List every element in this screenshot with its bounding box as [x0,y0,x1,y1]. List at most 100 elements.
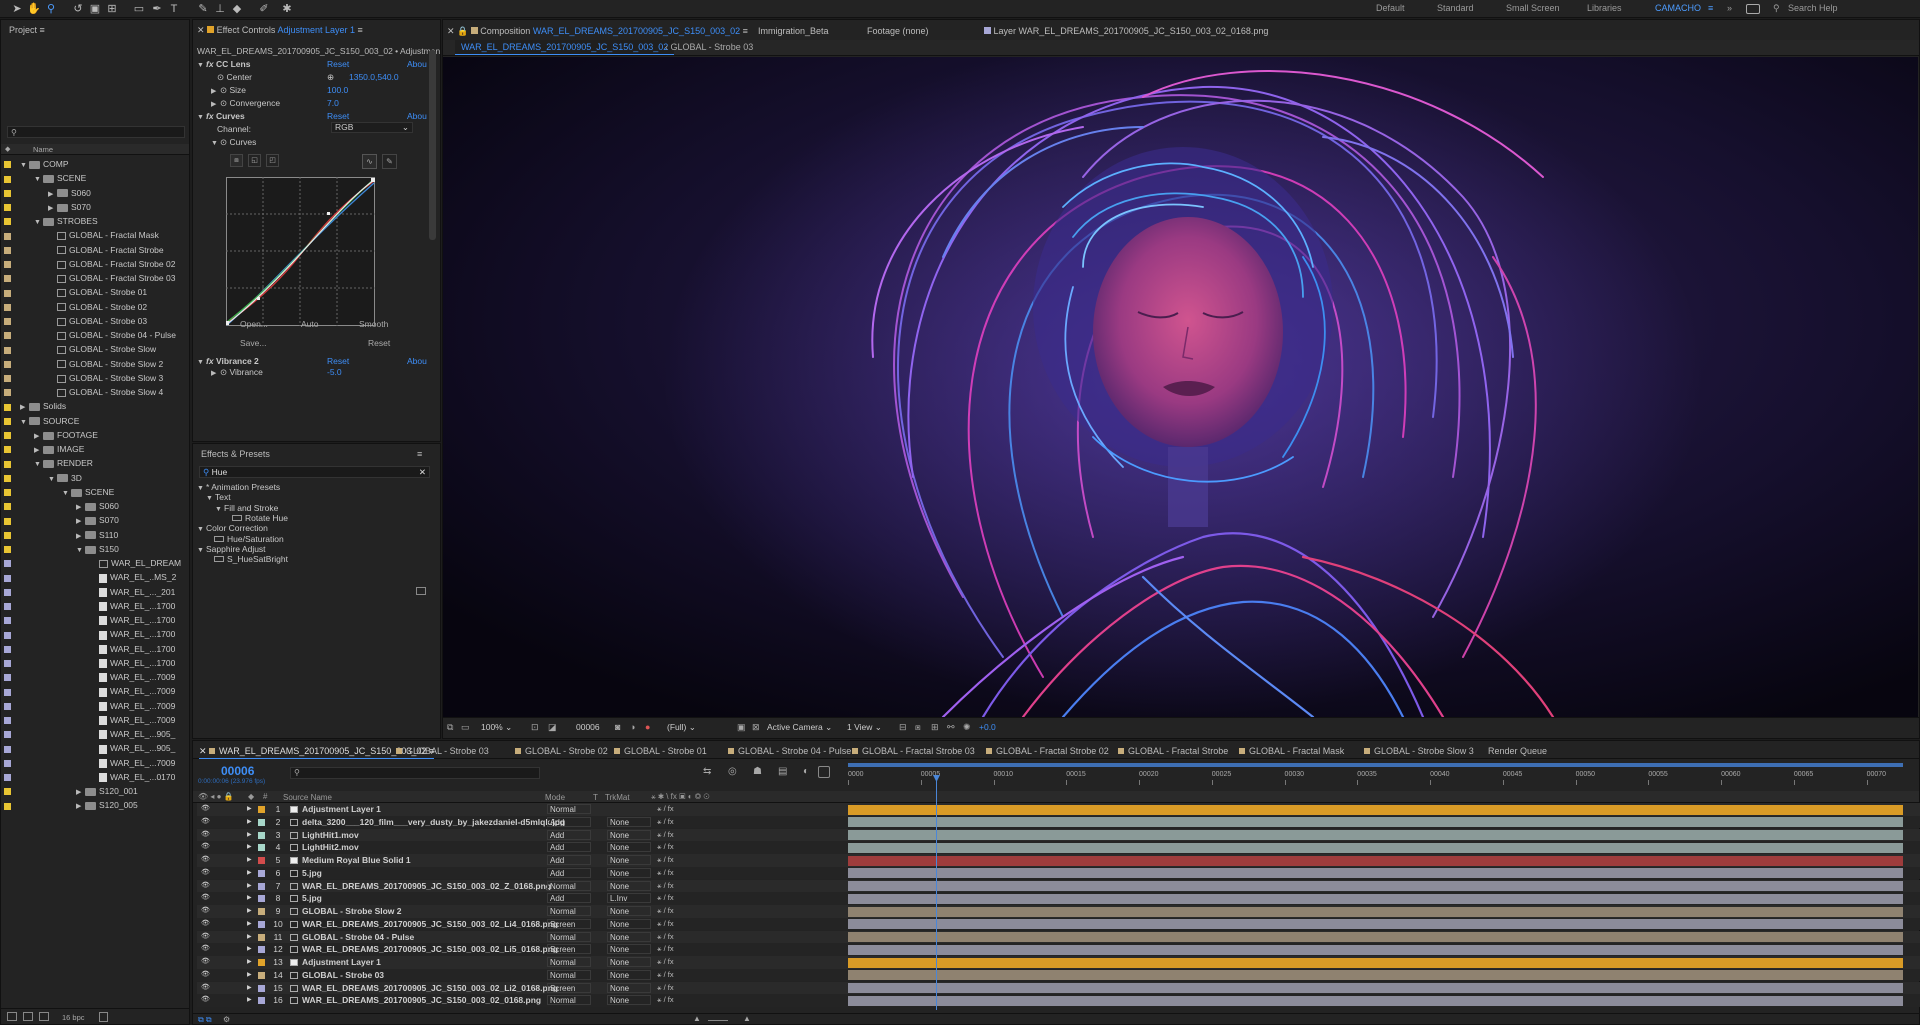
layer-switches-icon[interactable]: ⚹ / fx [657,816,674,829]
safe-margins-icon[interactable]: ⊡ [531,722,539,733]
layer-duration-bar[interactable] [848,919,1903,930]
shy-layers-icon[interactable]: ☗ [753,766,762,777]
layer-source-name[interactable]: 5.jpg [302,892,322,905]
label-color-swatch[interactable] [4,802,11,810]
label-color-swatch[interactable] [4,360,11,368]
eraser-tool-icon[interactable]: ◆ [230,2,244,16]
layer-expand-icon[interactable]: ▶ [247,816,252,829]
label-column-icon[interactable]: ◆ [5,145,10,153]
curves-open-button[interactable]: Open... [240,317,268,331]
label-color-swatch[interactable] [4,246,11,254]
motion-blur-icon[interactable]: ◐ [803,766,809,777]
project-item[interactable]: ▶ FOOTAGE [4,428,98,442]
layer-mode-dropdown[interactable]: Screen [547,944,591,955]
visibility-eye-icon[interactable]: 👁 [201,854,210,867]
layer-expand-icon[interactable]: ▶ [247,931,252,944]
project-item[interactable]: WAR_EL_...1700 [4,642,175,656]
layer-expand-icon[interactable]: ▶ [247,841,252,854]
layer-switches-icon[interactable]: ⚹ / fx [657,931,674,944]
layer-label-swatch[interactable] [258,895,265,903]
workspace-small-screen[interactable]: Small Screen [1506,3,1560,13]
layer-switches-icon[interactable]: ⚹ / fx [657,867,674,880]
project-item[interactable]: ▼ S150 [4,542,119,556]
label-color-swatch[interactable] [4,318,11,325]
project-item[interactable]: WAR_EL_DREAM [4,556,181,570]
cc-lens-reset[interactable]: Reset [327,57,349,71]
layer-source-name[interactable]: LightHit1.mov [302,829,359,842]
label-color-swatch[interactable] [4,531,11,539]
label-color-swatch[interactable] [4,232,11,240]
visibility-eye-icon[interactable]: 👁 [201,880,210,893]
project-item[interactable]: WAR_EL_...1700 [4,627,175,641]
curves-smooth-button[interactable]: Smooth [359,317,388,331]
composition-tab[interactable]: ✕ 🔒 Composition WAR_EL_DREAMS_201700905_… [447,23,748,39]
label-color-swatch[interactable] [4,546,11,553]
pen-tool-icon[interactable]: ✒ [150,2,164,16]
layer-source-name[interactable]: LightHit2.mov [302,841,359,854]
workspace-overflow-icon[interactable]: » [1727,3,1732,13]
label-color-swatch[interactable] [4,788,11,796]
timeline-tab[interactable]: GLOBAL - Strobe 03 [396,743,489,759]
layer-trkmat-dropdown[interactable]: L.Inv [607,893,651,904]
composition-viewer[interactable] [443,57,1918,717]
zoom-in-icon[interactable]: ▲ [743,1014,751,1023]
layer-switches-icon[interactable]: ⚹ / fx [657,982,674,995]
project-item[interactable]: WAR_EL_...7009 [4,756,175,770]
timeline-timecode[interactable]: 00006 [221,764,254,778]
label-color-swatch[interactable] [4,289,11,297]
source-name-column-header[interactable]: Source Name [283,793,332,802]
layer-label-swatch[interactable] [258,971,265,979]
workspace-menu-icon[interactable]: ≡ [1708,3,1713,13]
layer-switches-icon[interactable]: ⚹ / fx [657,994,674,1007]
workspace-standard[interactable]: Standard [1437,3,1474,13]
footage-tab[interactable]: Footage (none) [867,23,929,39]
visibility-eye-icon[interactable]: 👁 [201,982,210,995]
camera-tool-icon[interactable]: ▣ [88,2,102,16]
mode-column-header[interactable]: Mode [545,793,565,802]
cc-lens-about[interactable]: Abou [407,57,427,71]
label-color-swatch[interactable] [4,560,11,568]
project-item[interactable]: GLOBAL - Fractal Strobe 02 [4,257,175,271]
always-preview-icon[interactable]: ⧉ [447,722,453,733]
label-color-swatch[interactable] [4,603,11,610]
navigator-current-comp[interactable]: WAR_EL_DREAMS_201700905_JC_S150_003_02 [455,40,675,55]
timeline-tab[interactable]: GLOBAL - Fractal Mask [1239,743,1344,759]
layer-source-name[interactable]: Adjustment Layer 1 [302,803,381,816]
effect-controls-scrollbar[interactable] [429,50,436,240]
layer-source-name[interactable]: WAR_EL_DREAMS_201700905_JC_S150_003_02_0… [302,994,541,1007]
curves-reset[interactable]: Reset [327,109,349,123]
project-item[interactable]: ▼ 3D [4,471,82,485]
timeline-tab[interactable]: GLOBAL - Fractal Strobe 02 [986,743,1109,759]
layer-mode-dropdown[interactable]: Add [547,867,591,878]
layer-label-swatch[interactable] [258,844,265,852]
layer-label-swatch[interactable] [258,997,265,1005]
project-item[interactable]: ▶ S120_001 [4,784,138,798]
visibility-eye-icon[interactable]: 👁 [201,956,210,969]
label-color-swatch[interactable] [4,688,11,696]
layer-expand-icon[interactable]: ▶ [247,994,252,1007]
label-color-swatch[interactable] [4,717,11,724]
visibility-eye-icon[interactable]: 👁 [201,994,210,1007]
layer-source-name[interactable]: WAR_EL_DREAMS_201700905_JC_S150_003_02_Z… [302,880,551,893]
layer-duration-bar[interactable] [848,804,1903,815]
project-tab[interactable]: Project ≡ [9,22,45,38]
label-color-swatch[interactable] [4,446,11,454]
layer-mode-dropdown[interactable]: Normal [547,880,591,891]
project-item[interactable]: GLOBAL - Strobe Slow 3 [4,371,163,385]
layer-duration-bar[interactable] [848,842,1903,853]
project-item[interactable]: WAR_EL_...0170 [4,770,175,784]
layer-duration-bar[interactable] [848,983,1903,993]
layer-mode-dropdown[interactable]: Screen [547,918,591,929]
curves-auto-button[interactable]: Auto [301,317,319,331]
project-item[interactable]: WAR_EL_...7009 [4,684,175,698]
visibility-eye-icon[interactable]: 👁 [201,841,210,854]
layer-switches-icon[interactable]: ⚹ / fx [657,841,674,854]
project-item[interactable]: WAR_EL_..MS_2 [4,570,176,584]
region-of-interest-icon[interactable]: ▣ [737,722,746,733]
layer-duration-bar[interactable] [848,957,1903,968]
project-item[interactable]: ▶ Solids [4,399,66,413]
layer-label-swatch[interactable] [258,920,265,928]
layer-trkmat-dropdown[interactable]: None [607,957,651,967]
workspace-camacho[interactable]: CAMACHO [1655,3,1701,13]
timeline-tab[interactable]: GLOBAL - Strobe 02 [515,743,608,759]
